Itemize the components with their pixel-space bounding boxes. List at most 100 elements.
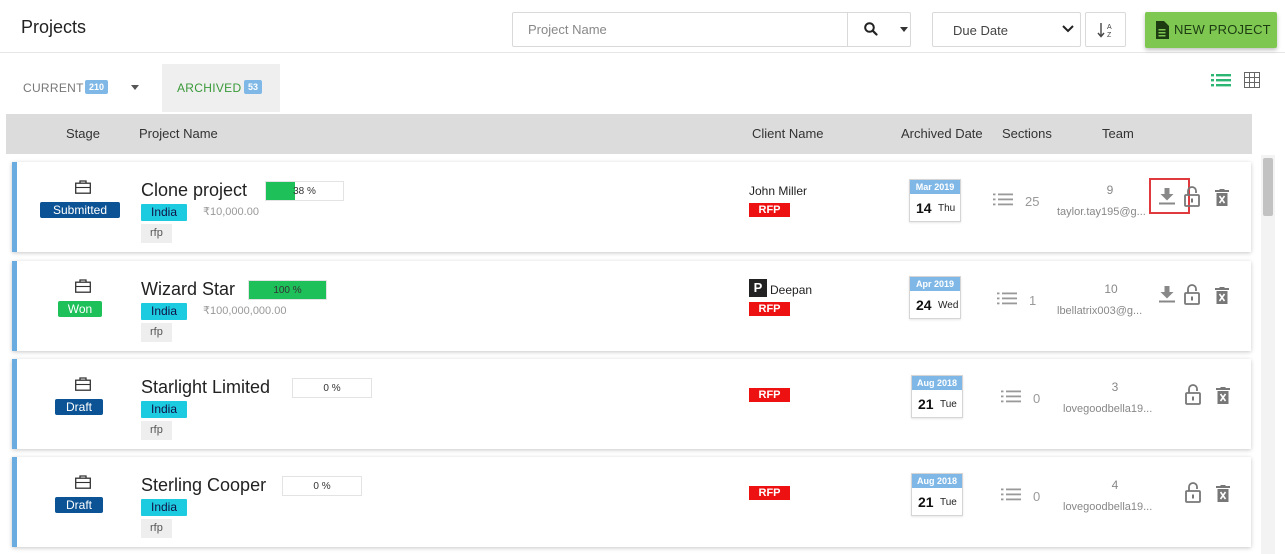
team-count: 10: [1104, 282, 1118, 296]
project-amount: ₹10,000.00: [203, 206, 259, 218]
tab-current[interactable]: CURRENT 210: [10, 64, 160, 112]
unlock-icon[interactable]: [1185, 482, 1201, 503]
stage-badge: Won: [58, 301, 102, 317]
date-month: Aug 2018: [912, 376, 962, 390]
svg-text:A: A: [1107, 24, 1112, 31]
project-row[interactable]: Draft Starlight Limited 0 % India rfp RF…: [12, 359, 1251, 449]
vertical-scrollbar[interactable]: [1261, 155, 1275, 554]
tab-archived-label: ARCHIVED: [177, 81, 242, 95]
document-icon: [1156, 21, 1169, 39]
project-tag: rfp: [141, 421, 172, 440]
project-name-link[interactable]: Starlight Limited: [141, 377, 270, 398]
briefcase-icon: [75, 475, 91, 489]
sections-list-icon[interactable]: [1001, 488, 1021, 501]
delete-icon[interactable]: [1216, 485, 1230, 502]
delete-icon[interactable]: [1215, 287, 1229, 304]
country-tag: India: [141, 204, 188, 221]
archived-date-card: Apr 2019 24 Wed: [909, 276, 961, 319]
country-tag: India: [141, 303, 188, 320]
date-weekday: Tue: [940, 399, 957, 410]
search-input[interactable]: [513, 13, 847, 46]
sections-list-icon[interactable]: [993, 193, 1013, 206]
briefcase-icon: [75, 279, 91, 293]
client-logo: P: [749, 279, 767, 297]
team-member-email: taylor.tay195@g...: [1057, 206, 1146, 218]
date-month: Apr 2019: [910, 277, 960, 291]
date-day: 24: [916, 297, 932, 313]
page-title: Projects: [21, 17, 87, 37]
tab-archived[interactable]: ARCHIVED 53: [162, 64, 280, 112]
progress-label: 100 %: [273, 285, 302, 296]
new-project-button[interactable]: NEW PROJECT: [1145, 12, 1277, 48]
project-tag: rfp: [141, 519, 172, 538]
progress-bar: 100 %: [248, 280, 327, 300]
list-view-icon[interactable]: [1211, 72, 1231, 88]
tab-archived-count-badge: 53: [244, 80, 263, 94]
sections-count: 0: [1033, 391, 1041, 406]
progress-bar: 0 %: [282, 476, 362, 496]
grid-view-icon[interactable]: [1244, 72, 1260, 88]
project-name-link[interactable]: Sterling Cooper: [141, 475, 266, 496]
date-day: 21: [918, 396, 934, 412]
date-weekday: Wed: [938, 300, 959, 311]
progress-bar: 0 %: [292, 378, 372, 398]
download-icon[interactable]: [1159, 188, 1175, 205]
briefcase-icon: [75, 180, 91, 194]
sort-select-label: Due Date: [953, 23, 1008, 38]
stage-badge: Draft: [55, 399, 103, 415]
progress-label: 0 %: [323, 383, 341, 394]
date-day: 21: [918, 494, 934, 510]
top-bar: Projects Due Date A Z: [0, 0, 1285, 53]
country-tag: India: [141, 499, 188, 516]
project-name-link[interactable]: Wizard Star: [141, 279, 235, 300]
sections-list-icon[interactable]: [997, 292, 1017, 305]
search-button[interactable]: [847, 13, 911, 46]
archived-date-card: Aug 2018 21 Tue: [911, 473, 963, 516]
stage-badge: Draft: [55, 497, 103, 513]
project-amount: ₹100,000,000.00: [203, 305, 287, 317]
tab-current-label: CURRENT: [23, 81, 84, 95]
column-header-archived-date: Archived Date: [901, 126, 983, 141]
rfp-badge: RFP: [749, 302, 790, 316]
archived-date-card: Mar 2019 14 Thu: [909, 179, 961, 222]
download-icon[interactable]: [1159, 286, 1175, 303]
column-header-stage: Stage: [66, 126, 100, 141]
team-count: 3: [1111, 380, 1119, 394]
project-row[interactable]: Won Wizard Star 100 % India ₹100,000,000…: [12, 261, 1251, 351]
tab-current-count-badge: 210: [85, 80, 109, 94]
date-weekday: Thu: [938, 203, 956, 214]
date-month: Aug 2018: [912, 474, 962, 488]
search-dropdown-caret-icon[interactable]: [900, 27, 908, 32]
table-header: Stage Project Name Client Name Archived …: [6, 114, 1252, 154]
country-tag: India: [141, 401, 188, 418]
sections-list-icon[interactable]: [1001, 390, 1021, 403]
unlock-icon[interactable]: [1184, 284, 1200, 305]
tab-current-dropdown-icon[interactable]: [131, 85, 139, 90]
project-name-link[interactable]: Clone project: [141, 180, 247, 201]
svg-text:Z: Z: [1107, 32, 1112, 39]
search-icon: [864, 22, 878, 36]
project-row[interactable]: Submitted Clone project 38 % India ₹10,0…: [12, 162, 1251, 252]
project-row[interactable]: Draft Sterling Cooper 0 % India rfp RFP …: [12, 457, 1251, 547]
client-name: John Miller: [749, 184, 808, 198]
scrollbar-thumb[interactable]: [1263, 158, 1273, 216]
archived-date-card: Aug 2018 21 Tue: [911, 375, 963, 418]
date-month: Mar 2019: [910, 180, 960, 194]
team-member-email: lovegoodbella19...: [1063, 403, 1153, 415]
progress-label: 38 %: [293, 186, 316, 197]
delete-icon[interactable]: [1215, 189, 1229, 206]
sort-order-button[interactable]: A Z: [1085, 12, 1126, 47]
delete-icon[interactable]: [1216, 387, 1230, 404]
column-header-team: Team: [1102, 126, 1134, 141]
unlock-icon[interactable]: [1185, 384, 1201, 405]
briefcase-icon: [75, 377, 91, 391]
team-count: 9: [1106, 183, 1114, 197]
column-header-project-name: Project Name: [139, 126, 218, 141]
team-member-email: lbellatrix003@g...: [1057, 305, 1143, 317]
sections-count: 1: [1029, 293, 1037, 308]
column-header-sections: Sections: [1002, 126, 1052, 141]
project-tag: rfp: [141, 323, 172, 342]
team-count: 4: [1111, 478, 1119, 492]
unlock-icon[interactable]: [1184, 186, 1200, 207]
sort-select[interactable]: Due Date: [932, 12, 1081, 47]
